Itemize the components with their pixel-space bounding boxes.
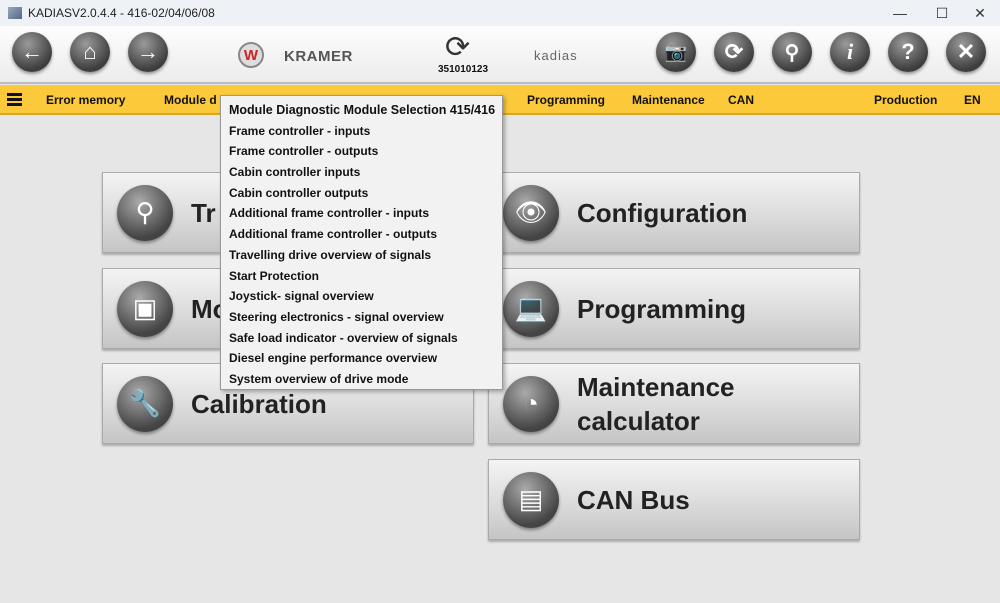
refresh-button[interactable]: ⟳ [714, 32, 754, 72]
search-button[interactable]: ⚲ [772, 32, 812, 72]
close-window-button[interactable]: ✕ [960, 0, 1000, 26]
dropdown-item[interactable]: Diesel engine performance overview [221, 349, 502, 370]
magnifier-icon: ⚲ [117, 184, 173, 241]
document-icon: ▤ [503, 471, 559, 528]
dropdown-item[interactable]: System overview of drive mode [221, 370, 502, 391]
help-button[interactable]: ? [888, 32, 928, 72]
kramer-logo-icon: W [238, 42, 264, 68]
hamburger-menu-icon[interactable] [7, 93, 22, 106]
info-icon: i [846, 39, 854, 64]
wrench-icon: 🔧 [117, 375, 173, 432]
question-icon: ? [901, 39, 915, 64]
dropdown-item[interactable]: Cabin controller inputs [221, 163, 502, 184]
dropdown-item[interactable]: Additional frame controller - outputs [221, 225, 502, 246]
dropdown-item[interactable]: Additional frame controller - inputs [221, 204, 502, 225]
sync-icon[interactable]: ⟳ [445, 30, 470, 65]
dropdown-item[interactable]: Joystick- signal overview [221, 287, 502, 308]
refresh-icon: ⟳ [724, 39, 744, 64]
title-bar: KADIASV2.0.4.4 - 416-02/04/06/08 — ☐ ✕ [0, 0, 1000, 26]
maximize-button[interactable]: ☐ [922, 0, 962, 26]
tile-can-bus[interactable]: ▤ CAN Bus [488, 459, 860, 540]
menu-maintenance[interactable]: Maintenance [632, 93, 705, 107]
menu-error-memory[interactable]: Error memory [46, 93, 125, 107]
dropdown-item[interactable]: Steering electronics - signal overview [221, 308, 502, 329]
dropdown-item[interactable]: Start Protection [221, 267, 502, 288]
brand-name: KRAMER [284, 48, 353, 65]
arrow-right-icon: → [137, 39, 159, 64]
home-button[interactable]: ⌂ [70, 32, 110, 72]
close-icon: ✕ [956, 39, 976, 64]
window-title: KADIASV2.0.4.4 - 416-02/04/06/08 [28, 6, 215, 20]
dropdown-item[interactable]: Frame controller - outputs [221, 142, 502, 163]
tile-configuration[interactable]: 👁 Configuration [488, 172, 860, 253]
camera-icon: 📷 [664, 41, 688, 62]
dropdown-item[interactable]: Travelling drive overview of signals [221, 246, 502, 267]
forward-button[interactable]: → [128, 32, 168, 72]
exit-button[interactable]: ✕ [946, 32, 986, 72]
dropdown-item[interactable]: Module Diagnostic Module Selection 415/4… [221, 101, 502, 122]
info-button[interactable]: i [830, 32, 870, 72]
dropdown-item[interactable]: Cabin controller outputs [221, 184, 502, 205]
toolbar: ← ⌂ → W KRAMER ⟳ 351010123 kadias 📷 ⟳ ⚲ … [0, 26, 1000, 84]
arrow-left-icon: ← [21, 39, 43, 64]
module-icon: ▣ [117, 280, 173, 337]
app-icon [8, 7, 22, 19]
tile-maintenance-calculator[interactable]: ◔ Maintenance calculator [488, 363, 860, 444]
clock-wrench-icon: ◔ [503, 375, 559, 432]
menu-can[interactable]: CAN [728, 93, 754, 107]
menu-module-diagnostics[interactable]: Module d [164, 93, 217, 107]
eye-icon: 👁 [503, 184, 559, 241]
home-icon: ⌂ [83, 39, 97, 64]
kadias-logo: kadias [534, 48, 578, 63]
dropdown-item[interactable]: Frame controller - inputs [221, 122, 502, 143]
back-button[interactable]: ← [12, 32, 52, 72]
tile-programming[interactable]: 💻 Programming [488, 268, 860, 349]
minimize-button[interactable]: — [880, 0, 920, 26]
dropdown-item[interactable]: Safe load indicator - overview of signal… [221, 329, 502, 350]
menu-production[interactable]: Production [874, 93, 937, 107]
menu-programming[interactable]: Programming [527, 93, 605, 107]
menu-language[interactable]: EN [964, 93, 981, 107]
screenshot-button[interactable]: 📷 [656, 32, 696, 72]
search-icon: ⚲ [784, 41, 800, 64]
module-diagnostics-dropdown: Module Diagnostic Module Selection 415/4… [220, 95, 503, 390]
serial-number: 351010123 [438, 64, 489, 75]
laptop-icon: 💻 [503, 280, 559, 337]
